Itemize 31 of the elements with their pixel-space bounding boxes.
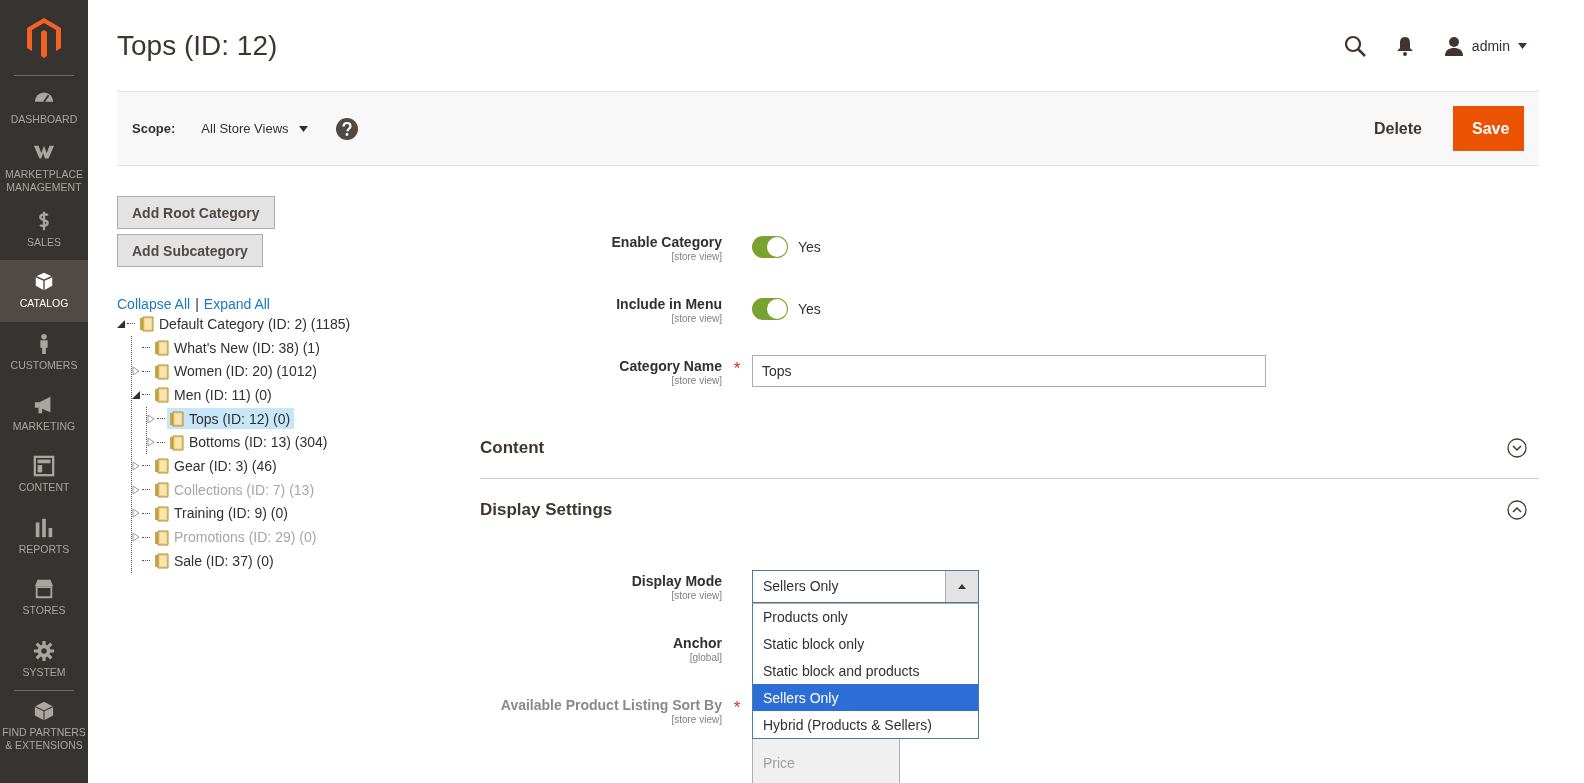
toggle-value: Yes [798, 301, 821, 317]
sidebar-label: SALES [27, 235, 61, 250]
required-mark: * [733, 359, 741, 378]
scope-note: [store view] [671, 313, 722, 324]
sidebar-label: FIND PARTNERS & EXTENSIONS [1, 725, 87, 753]
sidebar-label: REPORTS [18, 542, 70, 556]
separator: | [195, 296, 199, 312]
field-label: Anchor [673, 635, 722, 651]
page-title: Tops (ID: 12) [117, 29, 278, 62]
sidebar-label: CONTENT [18, 481, 70, 495]
scope-note: [store view] [671, 590, 722, 601]
scope-note: [store view] [671, 251, 722, 262]
field-label: Available Product Listing Sort By [500, 697, 722, 713]
sidebar-label: SYSTEM [22, 665, 66, 679]
listbox-option: Price [753, 755, 899, 771]
field-label: Display Mode [631, 573, 722, 589]
scope-label: Scope: [132, 121, 176, 136]
sidebar-label: CUSTOMERS [10, 358, 78, 372]
scope-note: [global] [689, 652, 722, 663]
toggle-value: Yes [798, 239, 821, 255]
sidebar-label: STORES [22, 604, 66, 618]
scope-note: [store view] [671, 375, 722, 386]
field-label: Category Name [619, 358, 722, 374]
field-label: Enable Category [611, 234, 722, 250]
required-mark: * [733, 698, 741, 717]
field-label: Include in Menu [616, 296, 722, 312]
sidebar-label: CATALOG [19, 297, 69, 311]
scope-note: [store view] [671, 714, 722, 725]
sidebar-label: MARKETING [12, 420, 76, 434]
sidebar-label: DASHBOARD [10, 113, 78, 127]
sidebar-label: MARKETPLACE MANAGEMENT [3, 167, 85, 195]
